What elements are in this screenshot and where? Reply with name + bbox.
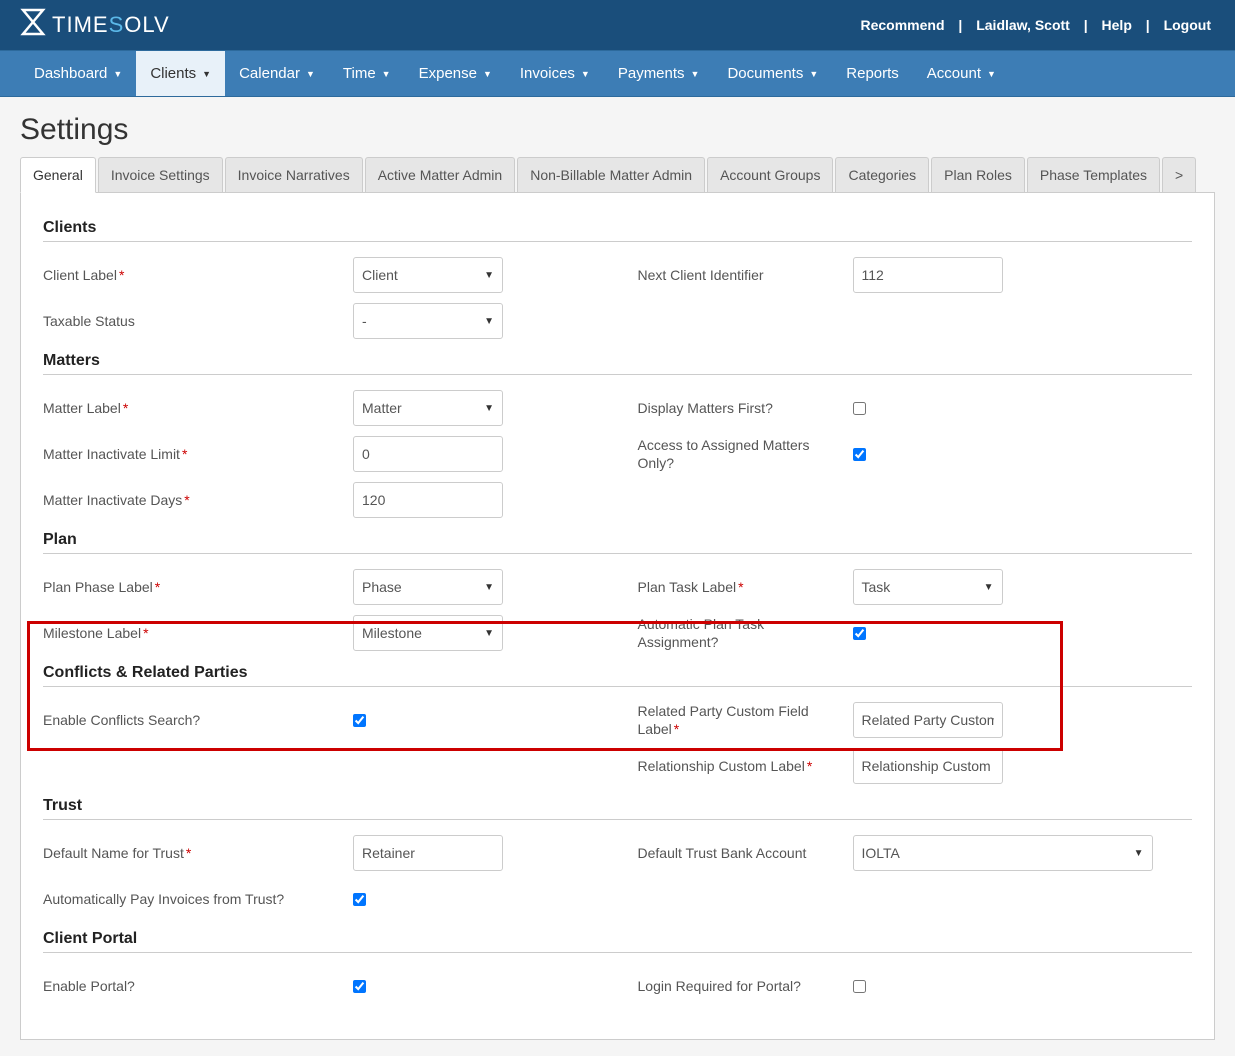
select-default-trust-bank[interactable]: IOLTA▼: [853, 835, 1153, 871]
tab-invoice-settings[interactable]: Invoice Settings: [98, 157, 223, 193]
label-plan-phase-label: Plan Phase Label*: [43, 578, 353, 596]
label-taxable-status: Taxable Status: [43, 312, 353, 330]
section-trust: Trust: [43, 797, 1192, 820]
recommend-link[interactable]: Recommend: [860, 17, 944, 33]
label-enable-portal: Enable Portal?: [43, 977, 353, 995]
page-body: Settings General Invoice Settings Invoic…: [0, 97, 1235, 1056]
checkbox-auto-plan-task[interactable]: [853, 627, 866, 640]
label-related-party-custom: Related Party Custom Field Label*: [638, 702, 853, 738]
checkbox-access-assigned[interactable]: [853, 448, 866, 461]
label-display-matters-first: Display Matters First?: [638, 399, 853, 417]
section-matters: Matters: [43, 352, 1192, 375]
caret-down-icon: ▼: [484, 582, 494, 593]
page-title: Settings: [20, 113, 1215, 147]
caret-down-icon: ▼: [382, 69, 391, 79]
label-client-label: Client Label*: [43, 266, 353, 284]
top-bar: TIMESOLV Recommend | Laidlaw, Scott | He…: [0, 0, 1235, 50]
input-matter-inactivate-days[interactable]: [353, 482, 503, 518]
caret-down-icon: ▼: [691, 69, 700, 79]
main-nav: Dashboard▼ Clients▼ Calendar▼ Time▼ Expe…: [0, 50, 1235, 97]
caret-down-icon: ▼: [581, 69, 590, 79]
label-matter-label: Matter Label*: [43, 399, 353, 417]
nav-documents[interactable]: Documents▼: [713, 51, 832, 96]
tab-plan-roles[interactable]: Plan Roles: [931, 157, 1025, 193]
caret-down-icon: ▼: [484, 270, 494, 281]
section-conflicts: Conflicts & Related Parties: [43, 664, 1192, 687]
hourglass-icon: [20, 8, 46, 42]
nav-reports[interactable]: Reports: [832, 51, 913, 96]
select-plan-task-label[interactable]: Task▼: [853, 569, 1003, 605]
nav-expense[interactable]: Expense▼: [405, 51, 506, 96]
select-matter-label[interactable]: Matter▼: [353, 390, 503, 426]
checkbox-enable-portal[interactable]: [353, 980, 366, 993]
caret-down-icon: ▼: [484, 403, 494, 414]
label-plan-task-label: Plan Task Label*: [638, 578, 853, 596]
input-matter-inactivate-limit[interactable]: [353, 436, 503, 472]
tab-general[interactable]: General: [20, 157, 96, 193]
tab-account-groups[interactable]: Account Groups: [707, 157, 833, 193]
label-matter-inactivate-days: Matter Inactivate Days*: [43, 491, 353, 509]
select-client-label[interactable]: Client▼: [353, 257, 503, 293]
caret-down-icon: ▼: [987, 69, 996, 79]
caret-down-icon: ▼: [202, 69, 211, 79]
label-matter-inactivate-limit: Matter Inactivate Limit*: [43, 445, 353, 463]
section-clients: Clients: [43, 219, 1192, 242]
tab-phase-templates[interactable]: Phase Templates: [1027, 157, 1160, 193]
checkbox-auto-pay-invoices[interactable]: [353, 893, 366, 906]
label-auto-plan-task: Automatic Plan Task Assignment?: [638, 615, 853, 651]
input-relationship-custom[interactable]: [853, 748, 1003, 784]
settings-panel: Clients Client Label* Client▼ Next Clien…: [20, 192, 1215, 1040]
label-next-client-id: Next Client Identifier: [638, 266, 853, 284]
input-related-party-custom[interactable]: [853, 702, 1003, 738]
nav-time[interactable]: Time▼: [329, 51, 405, 96]
section-plan: Plan: [43, 531, 1192, 554]
tab-active-matter-admin[interactable]: Active Matter Admin: [365, 157, 516, 193]
label-login-required: Login Required for Portal?: [638, 977, 853, 995]
select-milestone-label[interactable]: Milestone▼: [353, 615, 503, 651]
caret-down-icon: ▼: [483, 69, 492, 79]
top-links: Recommend | Laidlaw, Scott | Help | Logo…: [856, 17, 1215, 33]
caret-down-icon: ▼: [1134, 848, 1144, 859]
nav-payments[interactable]: Payments▼: [604, 51, 714, 96]
checkbox-display-matters-first[interactable]: [853, 402, 866, 415]
logout-link[interactable]: Logout: [1164, 17, 1211, 33]
select-taxable-status[interactable]: -▼: [353, 303, 503, 339]
input-next-client-id[interactable]: [853, 257, 1003, 293]
caret-down-icon: ▼: [484, 316, 494, 327]
caret-down-icon: ▼: [484, 628, 494, 639]
checkbox-login-required[interactable]: [853, 980, 866, 993]
nav-invoices[interactable]: Invoices▼: [506, 51, 604, 96]
caret-down-icon: ▼: [113, 69, 122, 79]
caret-down-icon: ▼: [809, 69, 818, 79]
label-milestone-label: Milestone Label*: [43, 624, 353, 642]
input-default-trust-name[interactable]: [353, 835, 503, 871]
nav-account[interactable]: Account▼: [913, 51, 1010, 96]
section-client-portal: Client Portal: [43, 930, 1192, 953]
logo[interactable]: TIMESOLV: [20, 8, 170, 42]
settings-tabs: General Invoice Settings Invoice Narrati…: [20, 157, 1215, 193]
caret-down-icon: ▼: [984, 582, 994, 593]
label-access-assigned: Access to Assigned Matters Only?: [638, 436, 853, 472]
select-plan-phase-label[interactable]: Phase▼: [353, 569, 503, 605]
tab-categories[interactable]: Categories: [835, 157, 929, 193]
label-enable-conflicts: Enable Conflicts Search?: [43, 711, 353, 729]
tab-non-billable-matter-admin[interactable]: Non-Billable Matter Admin: [517, 157, 705, 193]
help-link[interactable]: Help: [1102, 17, 1132, 33]
logo-text: T: [52, 12, 66, 37]
checkbox-enable-conflicts[interactable]: [353, 714, 366, 727]
user-link[interactable]: Laidlaw, Scott: [976, 17, 1070, 33]
caret-down-icon: ▼: [306, 69, 315, 79]
label-relationship-custom: Relationship Custom Label*: [638, 757, 853, 775]
nav-clients[interactable]: Clients▼: [136, 51, 225, 96]
label-auto-pay-invoices: Automatically Pay Invoices from Trust?: [43, 890, 353, 908]
tab-more[interactable]: >: [1162, 157, 1196, 193]
nav-calendar[interactable]: Calendar▼: [225, 51, 329, 96]
label-default-trust-bank: Default Trust Bank Account: [638, 844, 853, 862]
label-default-trust-name: Default Name for Trust*: [43, 844, 353, 862]
nav-dashboard[interactable]: Dashboard▼: [20, 51, 136, 96]
tab-invoice-narratives[interactable]: Invoice Narratives: [225, 157, 363, 193]
